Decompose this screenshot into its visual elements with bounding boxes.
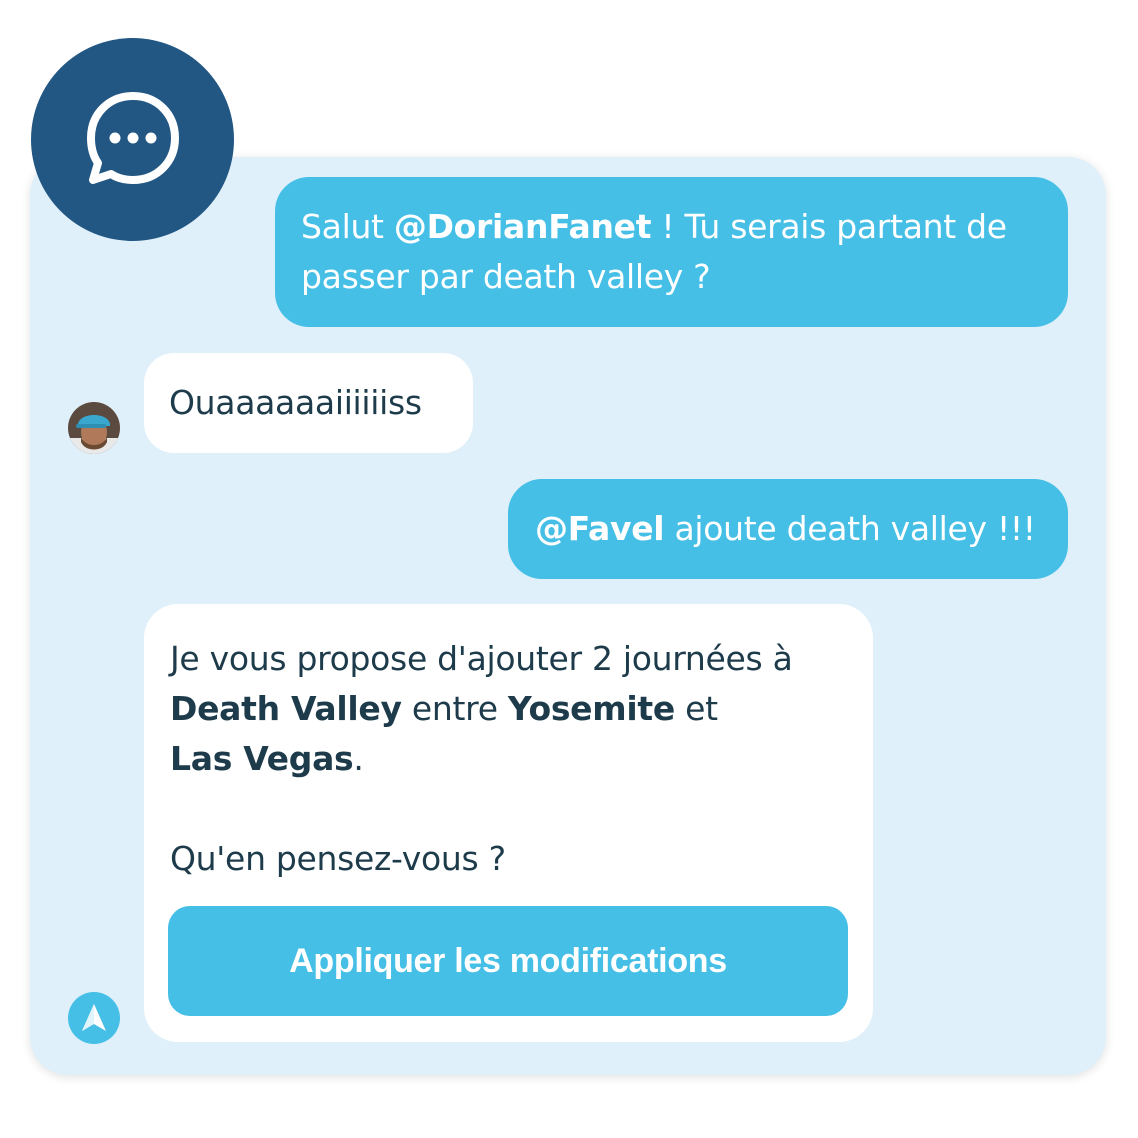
place-death-valley: Death Valley [170,689,402,728]
question-text: Qu'en pensez-vous ? [170,839,506,878]
chat-illustration: Salut @DorianFanet ! Tu serais partant d… [0,0,1138,1138]
outgoing-message: Salut @DorianFanet ! Tu serais partant d… [275,177,1068,327]
user-avatar[interactable] [68,402,120,454]
apply-changes-button[interactable]: Appliquer les modifications [168,906,848,1016]
outgoing-message: @Favel ajoute death valley !!! [508,479,1068,579]
suggestion-text: Je vous propose d'ajouter 2 journées à D… [170,639,793,778]
bot-mention[interactable]: @Favel [535,509,665,548]
place-las-vegas: Las Vegas [170,739,354,778]
place-yosemite: Yosemite [507,689,675,728]
chat-badge [31,38,234,241]
message-text: ajoute death valley !!! [664,509,1036,548]
assistant-message: Je vous propose d'ajouter 2 journées à D… [144,604,873,1042]
incoming-message: Ouaaaaaaiiiiiiss [144,353,473,453]
chat-bubble-dots-icon [86,91,179,184]
message-text: Salut [301,207,394,246]
paper-plane-icon [82,1004,106,1031]
message-text: Ouaaaaaaiiiiiiss [169,383,422,422]
user-mention[interactable]: @DorianFanet [394,207,652,246]
bot-avatar[interactable] [68,992,120,1044]
